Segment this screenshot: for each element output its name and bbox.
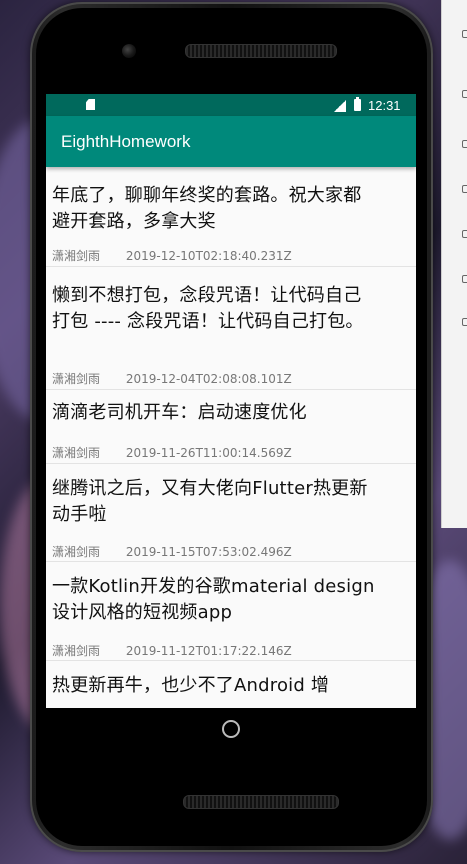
article-meta: 潇湘剑雨 2019-11-15T07:53:02.496Z	[52, 543, 292, 561]
article-title: 懒到不想打包，念段咒语！让代码自己打包 ---- 念段咒语！让代码自己打包。	[52, 285, 364, 332]
article-meta: 潇湘剑雨 2019-12-04T02:08:08.101Z	[52, 370, 292, 388]
sd-card-icon	[86, 99, 95, 110]
article-date: 2019-11-26T11:00:14.569Z	[125, 446, 292, 460]
tool-icon[interactable]	[462, 275, 467, 283]
article-date: 2019-12-10T02:18:40.231Z	[125, 249, 292, 263]
article-title: 年底了，聊聊年终奖的套路。祝大家都避开套路，多拿大奖	[52, 185, 362, 232]
article-author: 潇湘剑雨	[52, 644, 101, 658]
article-date: 2019-11-15T07:53:02.496Z	[125, 545, 292, 559]
article-title: 滴滴老司机开车：启动速度优化	[52, 402, 307, 423]
article-title: 继腾讯之后，又有大佬向Flutter热更新动手啦	[52, 478, 368, 525]
article-title: 一款Kotlin开发的谷歌material design 设计风格的短视频app	[52, 576, 375, 623]
article-meta: 潇湘剑雨 2019-11-26T11:00:14.569Z	[52, 444, 292, 462]
list-item[interactable]: 年底了，聊聊年终奖的套路。祝大家都避开套路，多拿大奖 潇湘剑雨 2019-12-…	[46, 167, 416, 267]
side-panel	[441, 0, 467, 528]
app-title: EighthHomework	[61, 132, 191, 151]
article-list[interactable]: 年底了，聊聊年终奖的套路。祝大家都避开套路，多拿大奖 潇湘剑雨 2019-12-…	[46, 167, 416, 708]
bottom-speaker	[183, 795, 339, 809]
tool-icon[interactable]	[462, 185, 467, 193]
signal-icon	[334, 100, 346, 112]
list-item[interactable]: 一款Kotlin开发的谷歌material design 设计风格的短视频app…	[46, 562, 416, 661]
phone-screen: 12:31 EighthHomework 年底了，聊聊年终奖的套路。祝大家都避开…	[46, 94, 416, 708]
article-meta: 潇湘剑雨 2019-12-10T02:18:40.231Z	[52, 247, 292, 265]
tool-icon[interactable]	[462, 30, 467, 38]
tool-icon[interactable]	[462, 230, 467, 238]
article-date: 2019-12-04T02:08:08.101Z	[125, 372, 292, 386]
home-button-icon[interactable]	[222, 720, 240, 738]
article-meta: 潇湘剑雨 2019-11-12T01:17:22.146Z	[52, 642, 292, 660]
article-author: 潇湘剑雨	[52, 545, 101, 559]
list-item[interactable]: 继腾讯之后，又有大佬向Flutter热更新动手啦 潇湘剑雨 2019-11-15…	[46, 464, 416, 562]
article-date: 2019-11-12T01:17:22.146Z	[125, 644, 292, 658]
status-bar: 12:31	[46, 94, 416, 116]
battery-icon	[354, 97, 361, 111]
article-title: 热更新再牛，也少不了Android 增	[52, 675, 330, 696]
front-camera-icon	[122, 44, 136, 58]
app-bar: EighthHomework	[46, 116, 416, 167]
list-item[interactable]: 滴滴老司机开车：启动速度优化 潇湘剑雨 2019-11-26T11:00:14.…	[46, 390, 416, 464]
article-author: 潇湘剑雨	[52, 249, 101, 263]
tool-icon[interactable]	[462, 140, 467, 148]
top-speaker	[185, 44, 337, 58]
list-item[interactable]: 热更新再牛，也少不了Android 增	[46, 661, 416, 708]
tool-icon[interactable]	[462, 318, 467, 326]
article-author: 潇湘剑雨	[52, 446, 101, 460]
tool-icon[interactable]	[462, 90, 467, 98]
status-time: 12:31	[368, 98, 401, 113]
list-item[interactable]: 懒到不想打包，念段咒语！让代码自己打包 ---- 念段咒语！让代码自己打包。 潇…	[46, 267, 416, 390]
article-author: 潇湘剑雨	[52, 372, 101, 386]
